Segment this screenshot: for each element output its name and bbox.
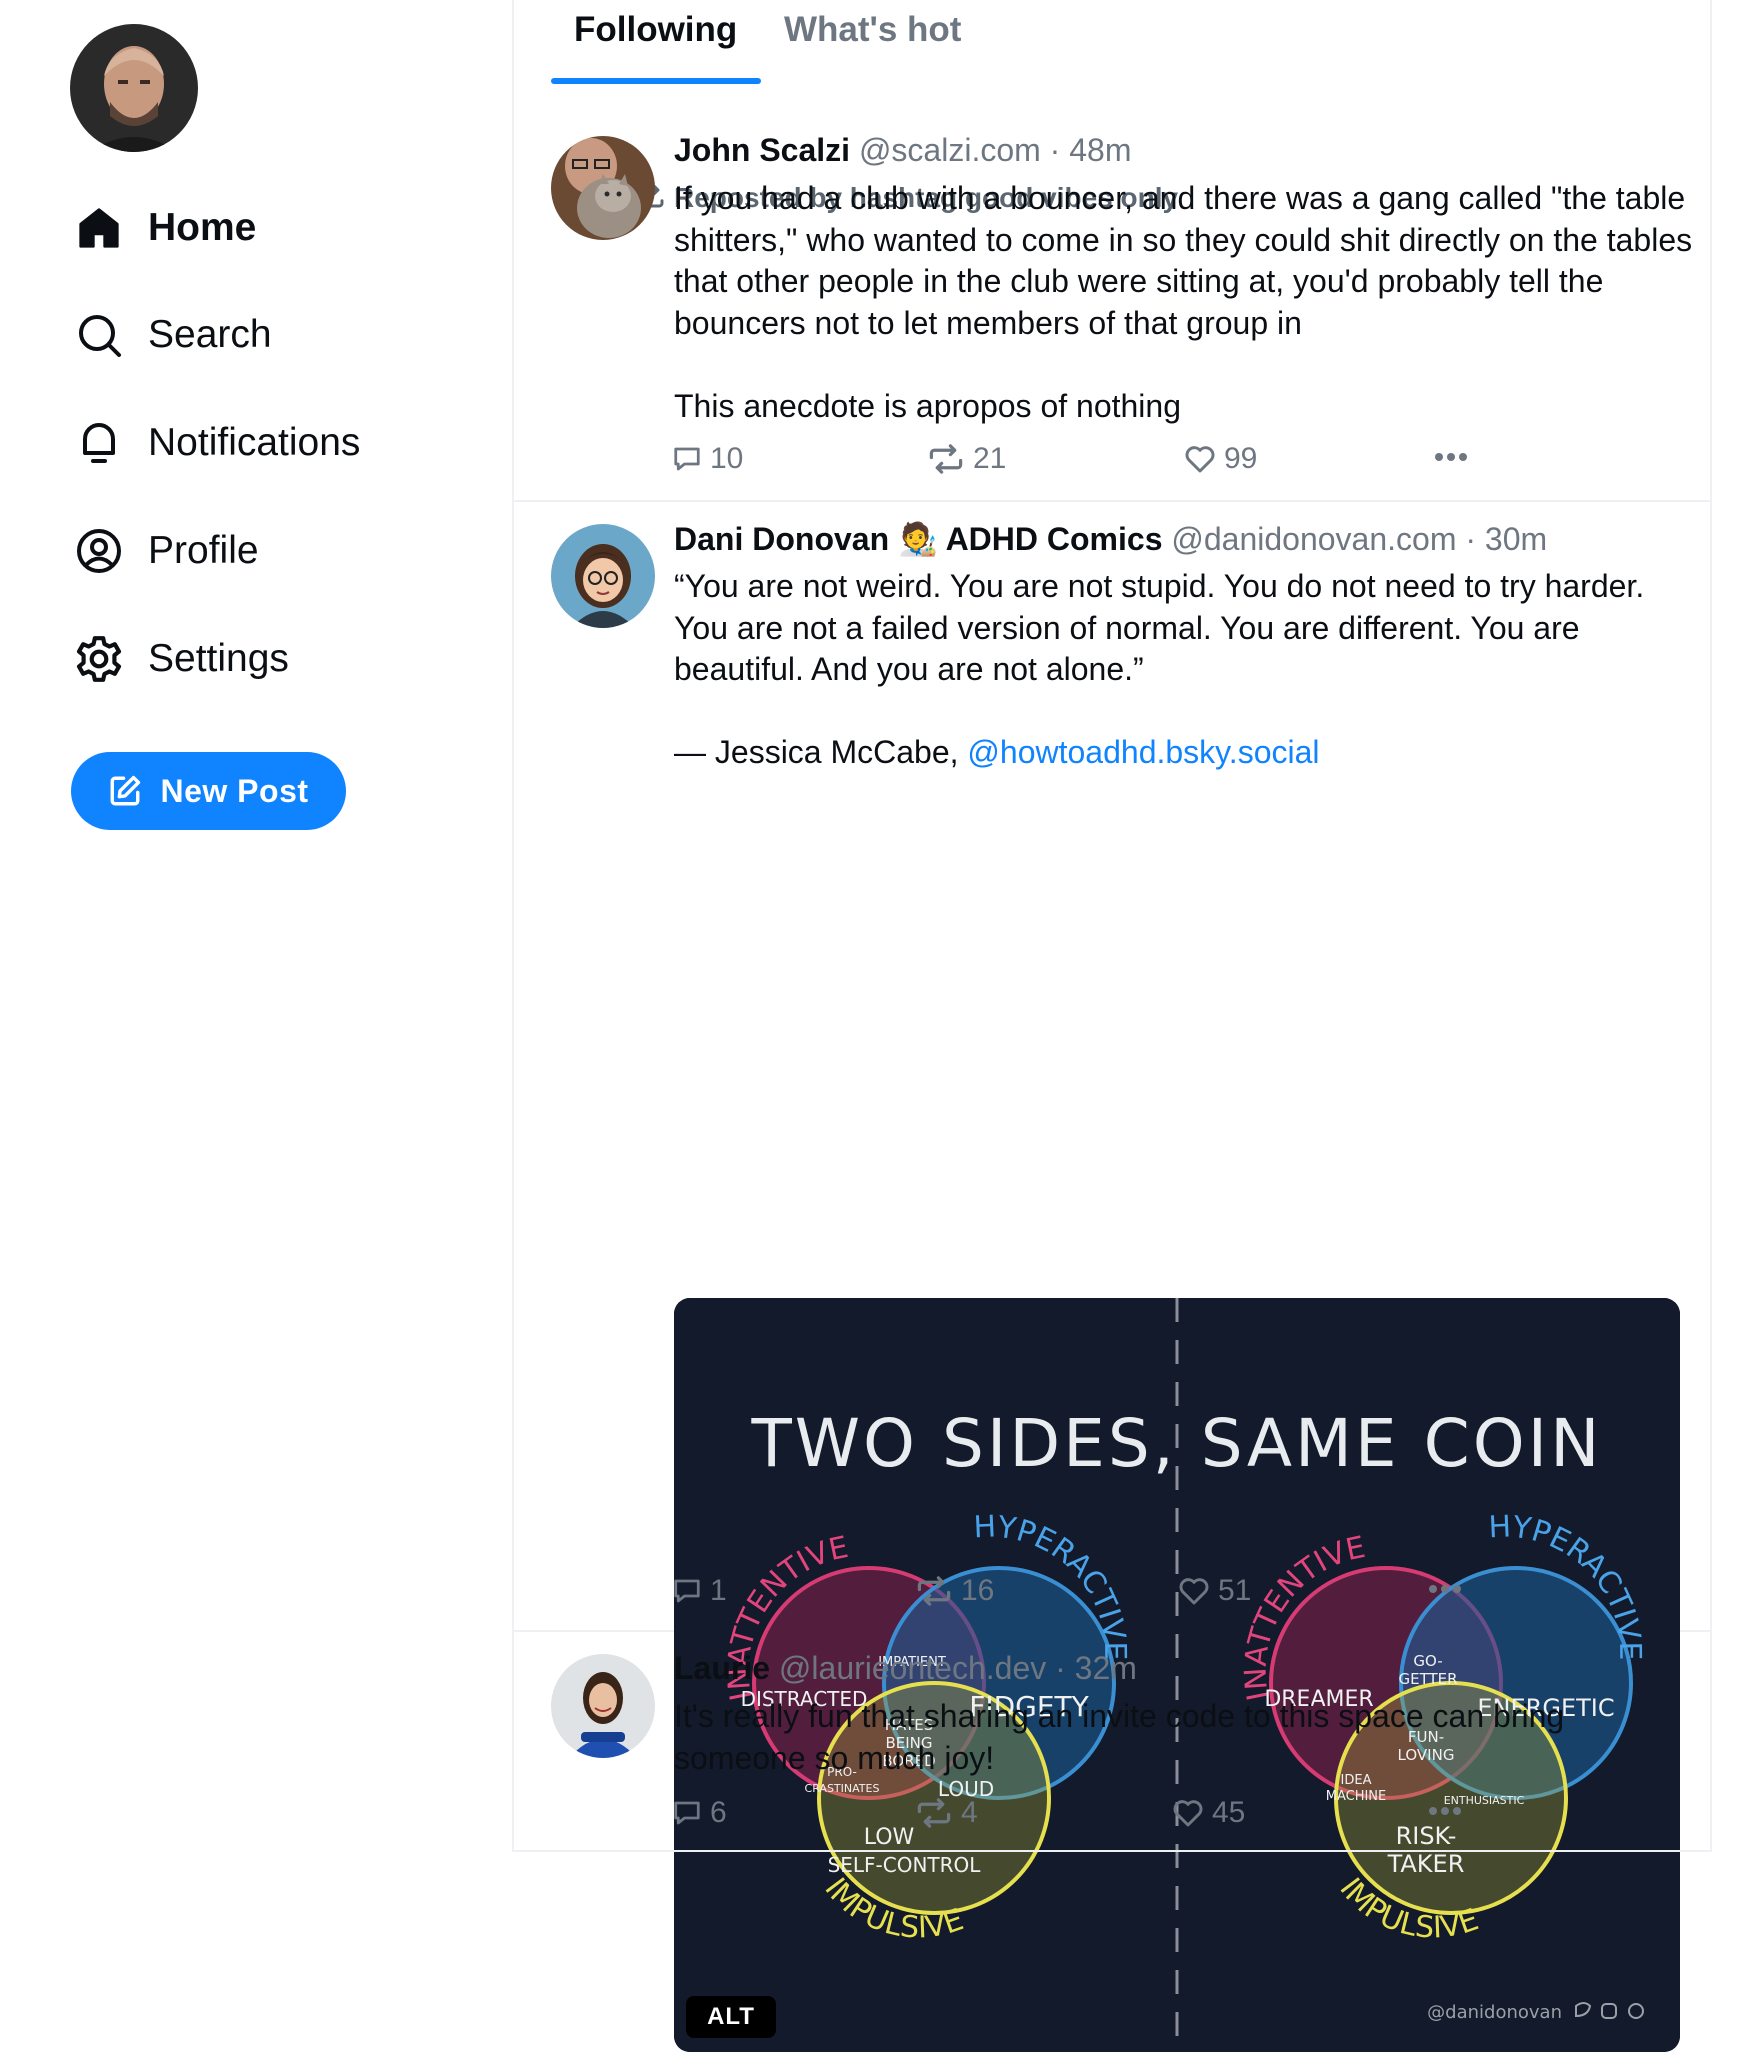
author-handle[interactable]: @scalzi.com — [859, 132, 1041, 168]
repost-count: 21 — [973, 442, 1007, 475]
separator-dot: · — [1465, 521, 1477, 557]
nav-item-search[interactable]: Search — [72, 303, 272, 367]
heart-icon — [1179, 1578, 1209, 1605]
tab-whats-hot[interactable]: What's hot — [784, 10, 961, 50]
post-actions: 10 21 99 — [672, 442, 1692, 486]
nav-item-profile[interactable]: Profile — [72, 519, 259, 583]
heart-icon — [1185, 446, 1215, 473]
new-post-label: New Post — [160, 772, 309, 809]
more-options-button[interactable] — [1428, 1804, 1462, 1822]
reply-button[interactable]: 1 — [672, 1574, 727, 1608]
profile-icon — [72, 524, 126, 578]
like-count: 51 — [1218, 1574, 1252, 1607]
more-options-button[interactable] — [1434, 450, 1468, 468]
repost-button[interactable]: 4 — [915, 1796, 978, 1830]
like-count: 45 — [1212, 1796, 1246, 1829]
author-handle[interactable]: @danidonovan.com — [1171, 521, 1456, 557]
nav-label-profile: Profile — [148, 529, 259, 572]
reply-icon — [674, 1579, 700, 1603]
author-name[interactable]: Dani Donovan 🧑‍🎨 ADHD Comics — [674, 521, 1162, 557]
post-actions: 6 4 45 — [672, 1796, 1692, 1840]
image-title: TWO SIDES, SAME COIN — [750, 1405, 1602, 1482]
post-text: If you had a club with a bouncer, and th… — [674, 180, 1693, 424]
edit-icon — [108, 774, 142, 808]
post-text: It's really fun that sharing an invite c… — [674, 1698, 1574, 1776]
mention-link[interactable]: @howtoadhd.bsky.social — [967, 734, 1319, 770]
post-header: Laurie @laurieontech.dev · 32m — [674, 1650, 1137, 1687]
alt-text-button[interactable]: ALT — [686, 1996, 776, 2038]
author-name[interactable]: John Scalzi — [674, 132, 850, 168]
post-header: John Scalzi @scalzi.com · 48m — [674, 132, 1131, 169]
nav-label-search: Search — [148, 313, 272, 356]
post-time[interactable]: 30m — [1485, 521, 1547, 557]
ellipsis-icon — [1429, 1585, 1461, 1593]
heart-icon — [1173, 1800, 1203, 1827]
nav-label-notifications: Notifications — [148, 421, 361, 464]
reply-count: 6 — [710, 1796, 727, 1829]
avatar-dani-donovan[interactable] — [551, 524, 655, 628]
like-count: 99 — [1224, 442, 1258, 475]
post-header: Dani Donovan 🧑‍🎨 ADHD Comics @danidonova… — [674, 520, 1547, 558]
tab-following[interactable]: Following — [574, 10, 737, 50]
new-post-button[interactable]: New Post — [71, 752, 346, 830]
post-item[interactable]: Laurie @laurieontech.dev · 32m It's real… — [514, 1630, 1710, 1852]
more-options-button[interactable] — [1428, 1582, 1462, 1600]
separator-dot: · — [1055, 1650, 1066, 1686]
repost-icon — [917, 1576, 951, 1606]
repost-button[interactable]: 16 — [915, 1574, 994, 1608]
avatar-john-scalzi[interactable] — [551, 136, 655, 240]
post-time[interactable]: 32m — [1075, 1650, 1137, 1686]
repost-icon — [917, 1798, 951, 1828]
search-icon — [72, 308, 126, 362]
reply-button[interactable]: 10 — [672, 442, 743, 476]
nav-item-notifications[interactable]: Notifications — [72, 411, 360, 475]
sidebar: Home Search Notifications Profile Settin… — [0, 0, 510, 1852]
ellipsis-icon — [1435, 453, 1467, 461]
label-taker: TAKER — [1387, 1850, 1465, 1878]
repost-count: 4 — [961, 1796, 978, 1829]
avatar-laurie[interactable] — [551, 1654, 655, 1758]
feed: Following What's hot Reposted by hashtag… — [512, 0, 1712, 2052]
reply-count: 1 — [710, 1574, 727, 1607]
home-icon — [72, 201, 126, 255]
post-actions: 1 16 51 — [672, 1574, 1692, 1618]
my-avatar[interactable] — [70, 24, 198, 152]
nav-item-settings[interactable]: Settings — [72, 627, 289, 691]
like-button[interactable]: 45 — [1172, 1796, 1245, 1830]
like-button[interactable]: 99 — [1184, 442, 1257, 476]
post-text: “You are not weird. You are not stupid. … — [674, 566, 1694, 774]
ellipsis-icon — [1429, 1807, 1461, 1815]
post-item[interactable]: Dani Donovan 🧑‍🎨 ADHD Comics @danidonova… — [514, 500, 1710, 2052]
reply-icon — [674, 447, 700, 471]
reply-button[interactable]: 6 — [672, 1796, 727, 1830]
post-time[interactable]: 48m — [1069, 132, 1131, 168]
post-item[interactable]: Reposted by hashtag good vibes only John… — [514, 84, 1710, 502]
author-name[interactable]: Laurie — [674, 1650, 770, 1686]
repost-count: 16 — [961, 1574, 995, 1607]
gear-icon — [72, 632, 126, 686]
bell-icon — [72, 416, 126, 470]
feed-tabs: Following What's hot — [514, 0, 1710, 84]
image-watermark: @danidonovan — [1427, 2002, 1562, 2023]
repost-button[interactable]: 21 — [927, 442, 1006, 476]
author-handle[interactable]: @laurieontech.dev — [779, 1650, 1046, 1686]
reply-count: 10 — [710, 442, 744, 475]
like-button[interactable]: 51 — [1178, 1574, 1251, 1608]
separator-dot: · — [1049, 132, 1061, 168]
nav-label-settings: Settings — [148, 637, 289, 680]
nav-label-home: Home — [148, 206, 257, 249]
nav-item-home[interactable]: Home — [72, 196, 256, 260]
repost-icon — [929, 444, 963, 474]
reply-icon — [674, 1801, 700, 1825]
label-self-control: SELF-CONTROL — [828, 1853, 982, 1877]
